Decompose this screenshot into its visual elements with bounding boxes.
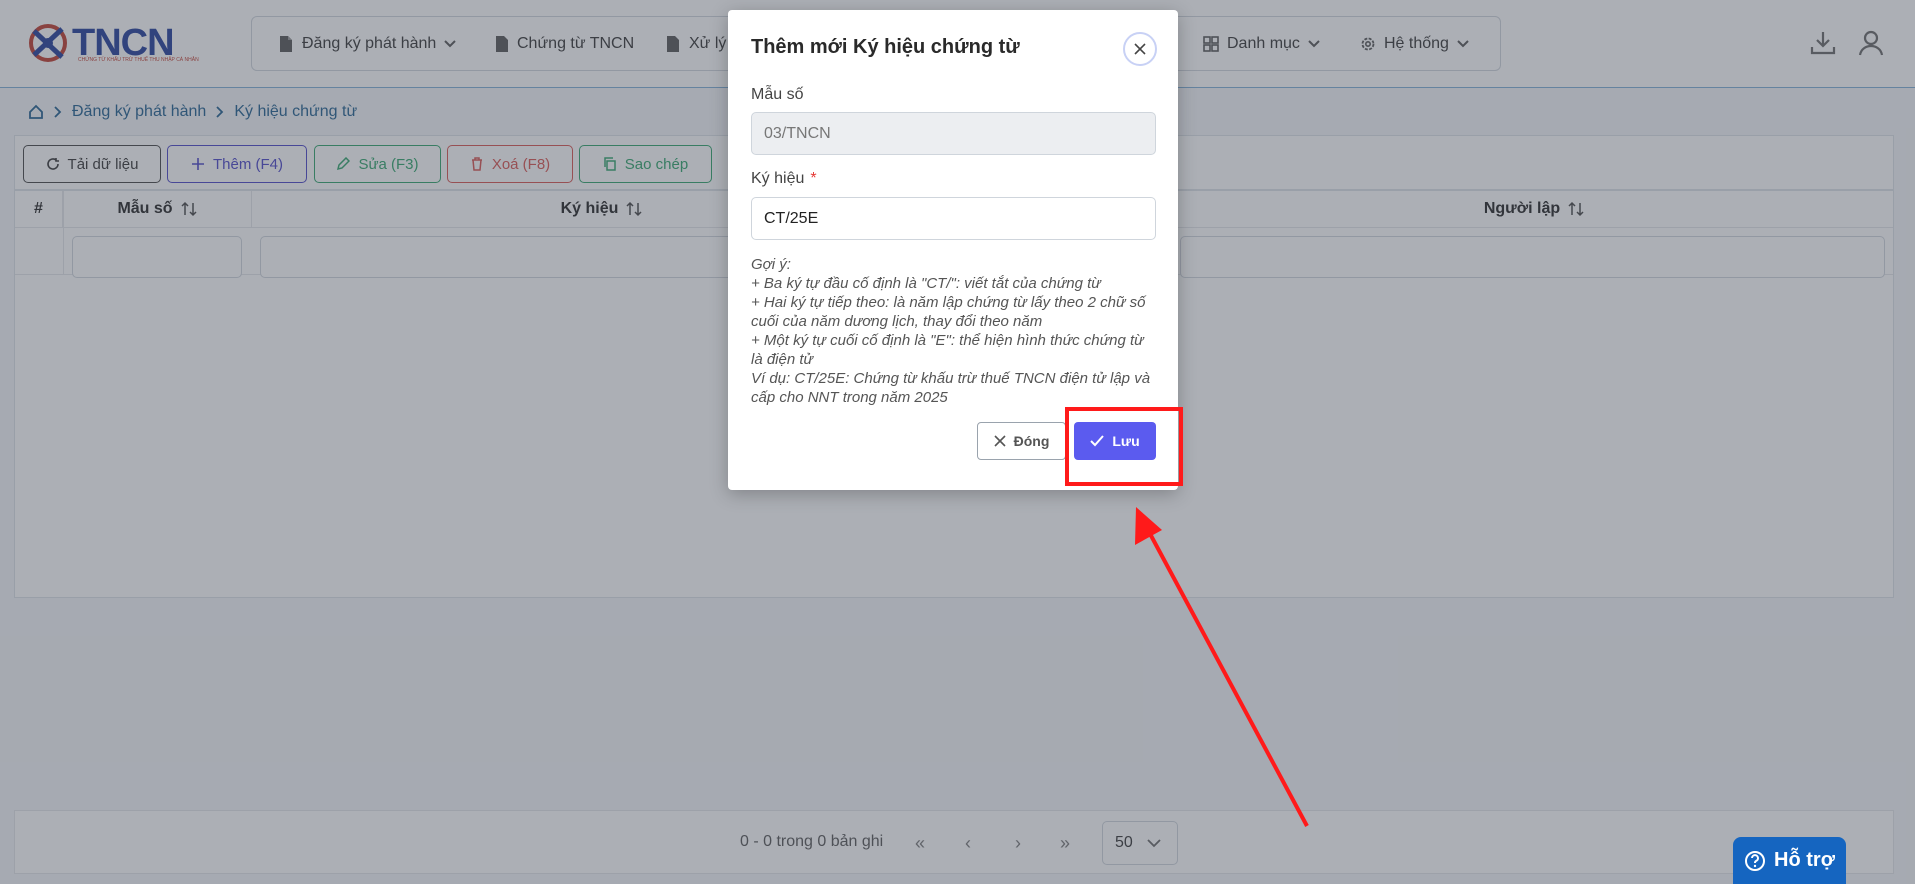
ky-hieu-value: CT/25E <box>764 209 819 227</box>
close-button-label: Đóng <box>1013 433 1050 449</box>
hint-line: + Một ký tự cuối cố định là "E": thể hiệ… <box>751 332 1144 368</box>
dialog-title: Thêm mới Ký hiệu chứng từ <box>751 36 1020 58</box>
hint-text: Gợi ý: + Ba ký tự đầu cố định là "CT/": … <box>751 255 1156 407</box>
required-mark: * <box>810 170 817 187</box>
support-label: Hỗ trợ <box>1774 849 1835 871</box>
ky-hieu-input[interactable]: CT/25E <box>751 197 1156 240</box>
hint-line: + Ba ký tự đầu cố định là "CT/": viết tắ… <box>751 275 1101 292</box>
dialog-close-button[interactable] <box>1123 32 1157 66</box>
ky-hieu-label: Ký hiệu * <box>751 170 817 188</box>
close-button[interactable]: Đóng <box>977 422 1066 460</box>
close-icon <box>994 435 1006 447</box>
help-circle-icon <box>1745 850 1766 871</box>
mau-so-value: 03/TNCN <box>764 124 831 142</box>
mau-so-field: 03/TNCN <box>751 112 1156 155</box>
support-button[interactable]: Hỗ trợ <box>1733 837 1846 884</box>
hint-line: + Hai ký tự tiếp theo: là năm lập chứng … <box>751 294 1146 330</box>
close-icon <box>1134 43 1146 55</box>
hint-line: Gợi ý: <box>751 256 791 273</box>
annotation-highlight-box <box>1065 407 1183 486</box>
mau-so-label: Mẫu số <box>751 86 804 103</box>
hint-line: Ví dụ: CT/25E: Chứng từ khấu trừ thuế TN… <box>751 370 1151 406</box>
ky-hieu-label-text: Ký hiệu <box>751 170 805 187</box>
